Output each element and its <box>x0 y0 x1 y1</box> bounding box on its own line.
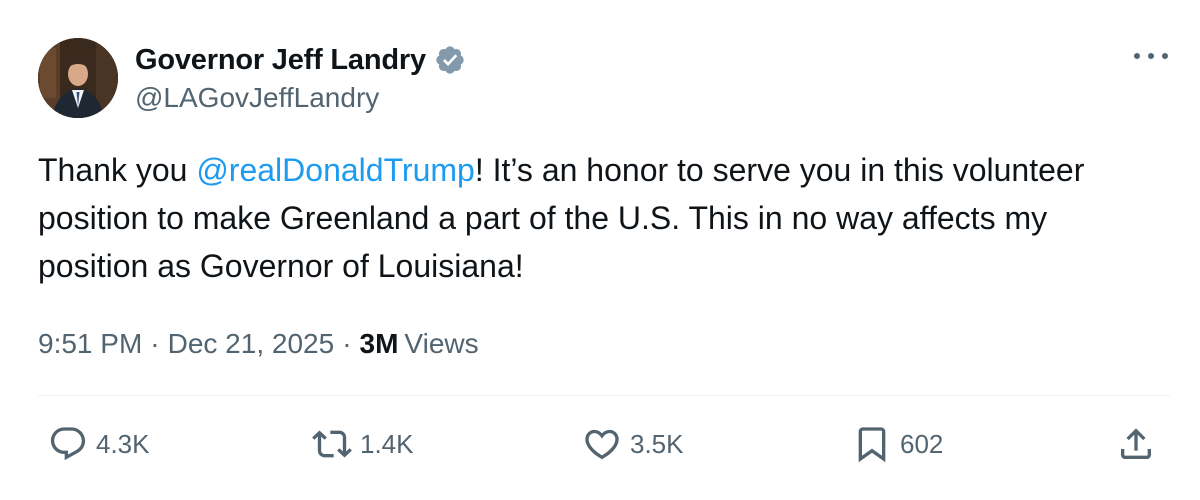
more-horizontal-icon-dot <box>1162 53 1168 59</box>
author-display-name[interactable]: Governor Jeff Landry <box>135 44 426 77</box>
tweet-metadata: 9:51 PM · Dec 21, 2025 · 3M Views <box>38 324 479 364</box>
avatar-photo <box>38 38 118 118</box>
share-icon <box>1121 428 1151 459</box>
repost-icon <box>312 430 352 458</box>
repost-count: 1.4K <box>360 428 414 459</box>
views-count: 3M <box>359 328 399 359</box>
reply-icon <box>50 427 86 461</box>
share-button[interactable] <box>1116 422 1156 466</box>
tweet-time[interactable]: 9:51 PM <box>38 324 142 364</box>
bookmark-count: 602 <box>900 428 944 459</box>
bookmark-button[interactable]: 602 <box>852 422 943 466</box>
like-button[interactable]: 3.5K <box>582 422 684 466</box>
actions-divider <box>38 395 1170 396</box>
heart-icon <box>585 429 619 460</box>
more-options-button[interactable] <box>1134 44 1168 68</box>
mention-link[interactable]: @realDonaldTrump <box>196 152 475 188</box>
repost-button[interactable]: 1.4K <box>312 422 414 466</box>
author-name-row: Governor Jeff Landry <box>135 40 466 80</box>
more-horizontal-icon-dot <box>1134 53 1140 59</box>
reply-count: 4.3K <box>96 428 150 459</box>
meta-separator: · <box>342 328 352 359</box>
views-label: Views <box>404 328 479 359</box>
meta-separator: · <box>150 328 160 359</box>
bookmark-icon <box>858 427 886 463</box>
reply-button[interactable]: 4.3K <box>48 422 150 466</box>
author-handle[interactable]: @LAGovJeffLandry <box>135 82 379 114</box>
verified-badge-icon[interactable] <box>434 44 466 76</box>
tweet-date[interactable]: Dec 21, 2025 <box>168 324 335 364</box>
tweet-card: Governor Jeff Landry @LAGovJeffLandry Th… <box>0 0 1200 500</box>
tweet-text-intro: Thank you <box>38 152 197 188</box>
like-count: 3.5K <box>630 428 684 459</box>
avatar[interactable] <box>38 38 118 118</box>
tweet-text: Thank you @realDonaldTrump! It’s an hono… <box>38 146 1158 290</box>
more-horizontal-icon-dot <box>1148 53 1154 59</box>
